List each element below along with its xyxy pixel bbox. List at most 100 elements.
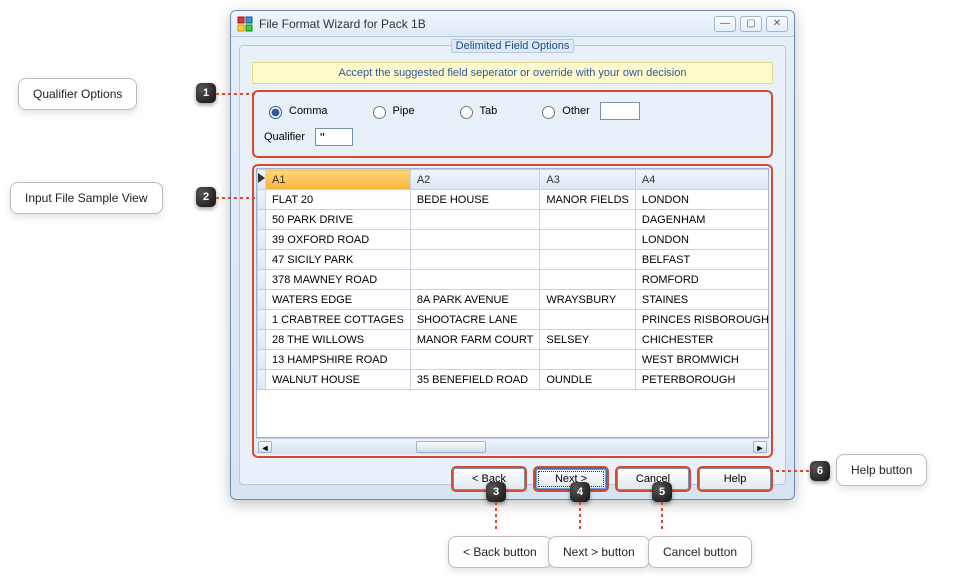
row-pointer-header: [258, 170, 266, 190]
col-header-a2[interactable]: A2: [410, 170, 540, 190]
table-cell[interactable]: 35 BENEFIELD ROAD: [410, 370, 540, 390]
table-row[interactable]: WALNUT HOUSE35 BENEFIELD ROADOUNDLEPETER…: [258, 370, 770, 390]
radio-other-label: Other: [562, 105, 590, 117]
table-cell[interactable]: SHOOTACRE LANE: [410, 310, 540, 330]
radio-comma[interactable]: Comma: [264, 103, 328, 119]
table-cell[interactable]: BELFAST: [635, 250, 769, 270]
table-cell[interactable]: [540, 250, 636, 270]
col-header-a3[interactable]: A3: [540, 170, 636, 190]
table-row[interactable]: 28 THE WILLOWSMANOR FARM COURTSELSEYCHIC…: [258, 330, 770, 350]
window-title: File Format Wizard for Pack 1B: [259, 17, 710, 31]
radio-tab[interactable]: Tab: [455, 103, 498, 119]
table-cell[interactable]: 378 MAWNEY ROAD: [266, 270, 411, 290]
table-row[interactable]: WATERS EDGE8A PARK AVENUEWRAYSBURYSTAINE…: [258, 290, 770, 310]
qualifier-input[interactable]: [315, 128, 353, 146]
table-cell[interactable]: [410, 250, 540, 270]
row-header[interactable]: [258, 370, 266, 390]
row-header[interactable]: [258, 270, 266, 290]
table-row[interactable]: 378 MAWNEY ROAD ROMFORD: [258, 270, 770, 290]
maximize-button[interactable]: ▢: [740, 16, 762, 32]
table-cell[interactable]: ROMFORD: [635, 270, 769, 290]
row-pointer-icon: [258, 173, 265, 183]
table-cell[interactable]: 28 THE WILLOWS: [266, 330, 411, 350]
table-cell[interactable]: [410, 270, 540, 290]
other-separator-input[interactable]: [600, 102, 640, 120]
row-header[interactable]: [258, 350, 266, 370]
table-cell[interactable]: FLAT 20: [266, 190, 411, 210]
row-header[interactable]: [258, 230, 266, 250]
badge-2: 2: [196, 187, 216, 207]
table-cell[interactable]: MANOR FIELDS: [540, 190, 636, 210]
table-row[interactable]: 47 SICILY PARK BELFAST: [258, 250, 770, 270]
qualifier-label: Qualifier: [264, 131, 305, 143]
table-cell[interactable]: 50 PARK DRIVE: [266, 210, 411, 230]
table-cell[interactable]: SELSEY: [540, 330, 636, 350]
table-row[interactable]: 13 HAMPSHIRE ROAD WEST BROMWICH: [258, 350, 770, 370]
table-cell[interactable]: BEDE HOUSE: [410, 190, 540, 210]
badge-3: 3: [486, 482, 506, 502]
table-cell[interactable]: LONDON: [635, 190, 769, 210]
table-cell[interactable]: 39 OXFORD ROAD: [266, 230, 411, 250]
radio-other[interactable]: Other: [537, 102, 640, 120]
table-cell[interactable]: [540, 270, 636, 290]
table-row[interactable]: 50 PARK DRIVE DAGENHAM: [258, 210, 770, 230]
table-cell[interactable]: OUNDLE: [540, 370, 636, 390]
table-cell[interactable]: PRINCES RISBOROUGH: [635, 310, 769, 330]
table-row[interactable]: FLAT 20BEDE HOUSEMANOR FIELDSLONDON: [258, 190, 770, 210]
table-cell[interactable]: 1 CRABTREE COTTAGES: [266, 310, 411, 330]
table-cell[interactable]: 47 SICILY PARK: [266, 250, 411, 270]
table-cell[interactable]: 8A PARK AVENUE: [410, 290, 540, 310]
table-cell[interactable]: [540, 210, 636, 230]
row-header[interactable]: [258, 210, 266, 230]
table-header-row: A1 A2 A3 A4: [258, 170, 770, 190]
radio-pipe[interactable]: Pipe: [368, 103, 415, 119]
badge-6: 6: [810, 461, 830, 481]
table-cell[interactable]: STAINES: [635, 290, 769, 310]
radio-tab-label: Tab: [480, 105, 498, 117]
table-cell[interactable]: [410, 210, 540, 230]
scroll-thumb[interactable]: [416, 441, 486, 453]
table-cell[interactable]: DAGENHAM: [635, 210, 769, 230]
table-cell[interactable]: [410, 230, 540, 250]
sample-table-scroll[interactable]: A1 A2 A3 A4 FLAT 20BEDE HOUSEMANOR FIELD…: [256, 168, 769, 438]
table-cell[interactable]: PETERBOROUGH: [635, 370, 769, 390]
callout-cancel: Cancel button: [648, 536, 752, 568]
row-header[interactable]: [258, 250, 266, 270]
table-cell[interactable]: MANOR FARM COURT: [410, 330, 540, 350]
table-cell[interactable]: WEST BROMWICH: [635, 350, 769, 370]
close-button[interactable]: ✕: [766, 16, 788, 32]
minimize-button[interactable]: —: [714, 16, 736, 32]
table-cell[interactable]: WRAYSBURY: [540, 290, 636, 310]
table-cell[interactable]: WALNUT HOUSE: [266, 370, 411, 390]
radio-tab-input[interactable]: [460, 106, 473, 119]
radio-comma-input[interactable]: [269, 106, 282, 119]
separator-radio-row: Comma Pipe Tab Other: [264, 98, 761, 128]
scroll-left-arrow[interactable]: ◄: [258, 441, 272, 453]
scroll-right-arrow[interactable]: ►: [753, 441, 767, 453]
table-row[interactable]: 1 CRABTREE COTTAGESSHOOTACRE LANE PRINCES…: [258, 310, 770, 330]
sample-table-wrap: A1 A2 A3 A4 FLAT 20BEDE HOUSEMANOR FIELD…: [252, 164, 773, 458]
row-header[interactable]: [258, 330, 266, 350]
app-icon: [237, 16, 253, 32]
horizontal-scrollbar[interactable]: ◄ ►: [256, 438, 769, 454]
titlebar: File Format Wizard for Pack 1B — ▢ ✕: [231, 11, 794, 37]
table-cell[interactable]: [540, 310, 636, 330]
table-row[interactable]: 39 OXFORD ROAD LONDON: [258, 230, 770, 250]
badge-4: 4: [570, 482, 590, 502]
help-button[interactable]: Help: [699, 468, 771, 490]
table-cell[interactable]: LONDON: [635, 230, 769, 250]
col-header-a1[interactable]: A1: [266, 170, 411, 190]
row-header[interactable]: [258, 310, 266, 330]
table-cell[interactable]: [540, 230, 636, 250]
table-cell[interactable]: [410, 350, 540, 370]
row-header[interactable]: [258, 290, 266, 310]
radio-pipe-input[interactable]: [373, 106, 386, 119]
table-cell[interactable]: WATERS EDGE: [266, 290, 411, 310]
table-cell[interactable]: CHICHESTER: [635, 330, 769, 350]
col-header-a4[interactable]: A4: [635, 170, 769, 190]
client-area: Delimited Field Options Accept the sugge…: [239, 45, 786, 485]
row-header[interactable]: [258, 190, 266, 210]
radio-other-input[interactable]: [542, 106, 555, 119]
table-cell[interactable]: [540, 350, 636, 370]
table-cell[interactable]: 13 HAMPSHIRE ROAD: [266, 350, 411, 370]
